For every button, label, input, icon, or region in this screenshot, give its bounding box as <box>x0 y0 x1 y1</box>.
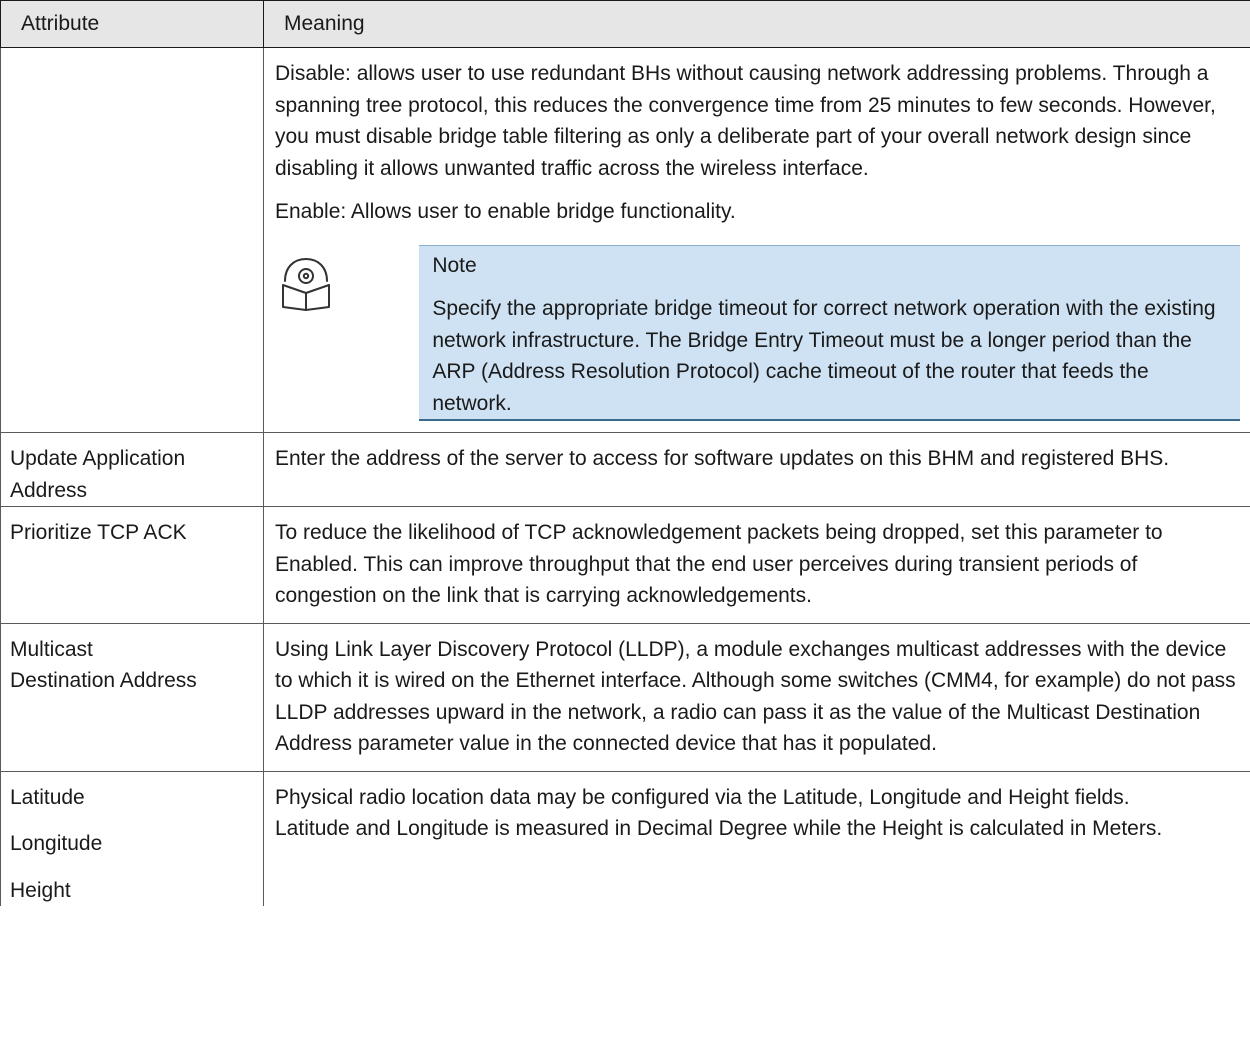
table-row: Disable: allows user to use redundant BH… <box>0 47 1250 433</box>
table-row: Prioritize TCP ACK To reduce the likelih… <box>0 506 1250 624</box>
table-header-row: Attribute Meaning <box>0 0 1250 48</box>
meaning-cell: Using Link Layer Discovery Protocol (LLD… <box>263 622 1250 772</box>
bridge-disable-text: Disable: allows user to use redundant BH… <box>275 62 1216 180</box>
location-text-2: Latitude and Longitude is measured in De… <box>275 817 1163 840</box>
header-meaning: Meaning <box>263 0 1250 48</box>
header-attribute: Attribute <box>0 0 264 48</box>
note-callout: Note Specify the appropriate bridge time… <box>279 244 1240 421</box>
meaning-cell: Physical radio location data may be conf… <box>263 770 1250 906</box>
table-row: Update Application Address Enter the add… <box>0 432 1250 507</box>
longitude-label: Longitude <box>10 832 103 855</box>
attribute-cell: Update Application Address <box>0 432 264 507</box>
bridge-enable-text: Enable: Allows user to enable bridge fun… <box>275 200 736 223</box>
meaning-cell: Disable: allows user to use redundant BH… <box>263 47 1250 433</box>
note-text: Specify the appropriate bridge timeout f… <box>432 297 1216 415</box>
attribute-table: Attribute Meaning Disable: allows user t… <box>0 0 1250 906</box>
attribute-cell: Multicast Destination Address <box>0 622 264 772</box>
note-box: Note Specify the appropriate bridge time… <box>419 244 1240 421</box>
note-title: Note <box>432 253 477 277</box>
meaning-cell: Enter the address of the server to acces… <box>263 432 1250 507</box>
meaning-cell: To reduce the likelihood of TCP acknowle… <box>263 506 1250 624</box>
latitude-label: Latitude <box>10 785 85 809</box>
table-row: Latitude Longitude Height Physical radio… <box>0 770 1250 906</box>
attribute-cell: Latitude Longitude Height <box>0 770 264 906</box>
height-label: Height <box>10 878 71 902</box>
book-reader-icon <box>282 257 330 311</box>
table-row: Multicast Destination Address Using Link… <box>0 622 1250 772</box>
attribute-cell <box>0 47 264 433</box>
attribute-cell: Prioritize TCP ACK <box>0 506 264 624</box>
location-text-1: Physical radio location data may be conf… <box>275 785 1130 809</box>
